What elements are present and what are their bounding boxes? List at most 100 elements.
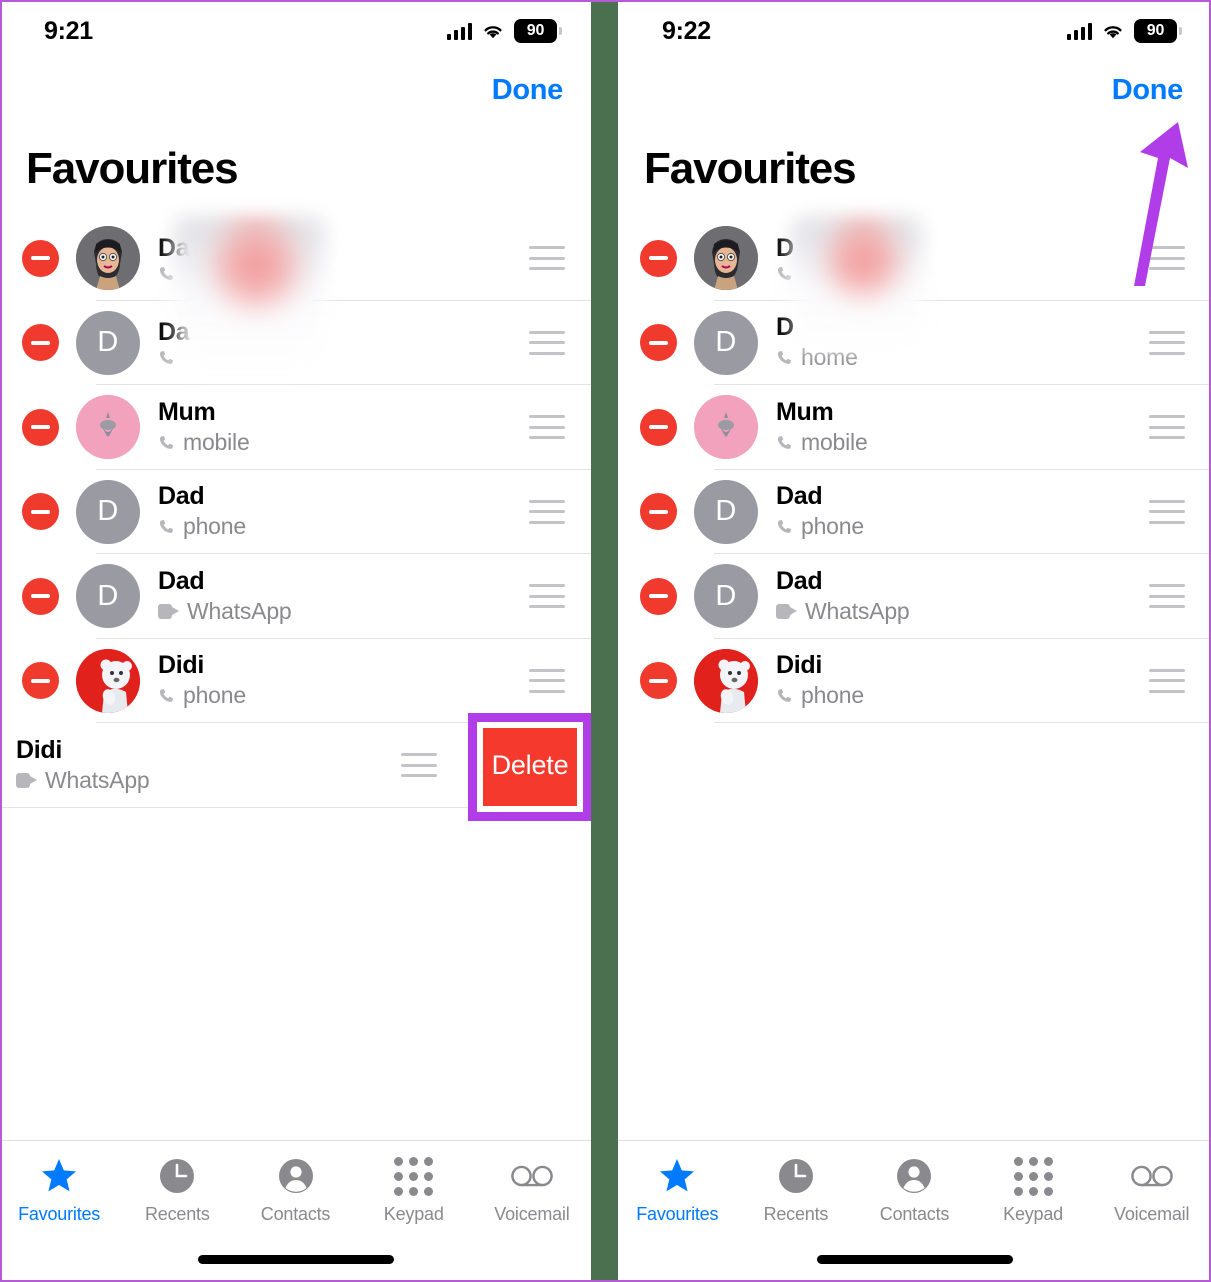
row-separator <box>714 722 1211 723</box>
reorder-handle-icon[interactable] <box>1149 246 1185 271</box>
table-row[interactable]: D Dad WhatsApp <box>0 554 591 639</box>
clock-icon <box>156 1157 198 1195</box>
remove-minus-icon[interactable] <box>640 493 677 531</box>
remove-minus-icon[interactable] <box>640 662 677 700</box>
reorder-handle-icon[interactable] <box>529 584 565 609</box>
remove-minus-icon[interactable] <box>640 239 677 277</box>
tab-keypad[interactable]: Keypad <box>355 1156 473 1225</box>
avatar: D <box>76 479 140 544</box>
row-meta: Da <box>158 234 190 282</box>
contact-sub: mobile <box>776 429 868 456</box>
contact-sub-label: mobile <box>801 428 868 455</box>
avatar-initial: D <box>715 326 737 359</box>
table-row[interactable]: D D home <box>618 300 1211 385</box>
row-meta: Didi WhatsApp <box>16 736 150 794</box>
reorder-handle-icon[interactable] <box>1149 499 1185 524</box>
home-indicator <box>816 1255 1013 1264</box>
nav-bar: Done <box>618 62 1211 118</box>
remove-minus-icon[interactable] <box>640 324 677 362</box>
tab-favourites[interactable]: Favourites <box>0 1157 118 1225</box>
remove-minus-icon[interactable] <box>640 408 677 446</box>
contact-sub-label: phone <box>801 513 864 540</box>
phone-screenshot-left: 9:21 90 Done Favourites Da D Da Mum mobi… <box>0 0 591 1282</box>
tab-label: Recents <box>763 1204 829 1224</box>
reorder-handle-icon[interactable] <box>529 415 565 440</box>
contact-name: Dad <box>776 482 823 511</box>
reorder-handle-icon[interactable] <box>1149 415 1185 440</box>
delete-button[interactable]: Delete <box>469 723 591 808</box>
contact-name: Didi <box>776 651 823 680</box>
table-row[interactable]: Didi phone <box>618 638 1211 723</box>
reorder-handle-icon[interactable] <box>1149 668 1185 693</box>
contact-sub: WhatsApp <box>16 767 150 794</box>
done-button[interactable]: Done <box>1112 74 1184 107</box>
remove-minus-icon[interactable] <box>22 324 59 362</box>
tab-recents[interactable]: Recents <box>737 1157 856 1225</box>
table-row[interactable]: D <box>618 216 1211 301</box>
reorder-handle-icon[interactable] <box>401 753 437 778</box>
page-title: Favourites <box>644 144 857 193</box>
reorder-handle-icon[interactable] <box>1149 330 1185 355</box>
delete-action-container: Delete <box>469 723 591 808</box>
table-row[interactable]: D Dad phone <box>618 469 1211 554</box>
avatar <box>694 648 758 713</box>
contact-sub: WhatsApp <box>776 598 910 625</box>
tab-voicemail[interactable]: Voicemail <box>473 1157 591 1225</box>
contact-sub-label: phone <box>183 513 246 540</box>
table-row[interactable]: D Dad phone <box>0 469 591 554</box>
person-icon <box>893 1157 935 1195</box>
table-row[interactable]: Didi phone <box>0 638 591 723</box>
row-meta: Dad phone <box>158 483 246 540</box>
row-meta: D home <box>776 314 858 371</box>
status-bar: 9:21 90 <box>0 0 591 62</box>
remove-minus-icon[interactable] <box>22 662 59 700</box>
contact-sub <box>776 265 801 282</box>
avatar-initial: D <box>97 495 119 528</box>
nav-bar: Done <box>0 62 591 118</box>
table-row[interactable]: Da <box>0 216 591 301</box>
contact-name: Dad <box>158 566 205 595</box>
video-icon <box>158 603 179 619</box>
tab-voicemail[interactable]: Voicemail <box>1092 1157 1211 1225</box>
table-row[interactable]: Mum mobile <box>0 385 591 470</box>
status-icons: 90 <box>1066 19 1182 43</box>
tab-contacts[interactable]: Contacts <box>855 1157 974 1225</box>
tab-recents[interactable]: Recents <box>118 1157 236 1225</box>
phone-icon <box>159 689 173 703</box>
reorder-handle-icon[interactable] <box>529 499 565 524</box>
page-title: Favourites <box>26 144 239 193</box>
keypad-icon <box>1012 1156 1054 1196</box>
row-meta: Dad phone <box>776 483 864 540</box>
reorder-handle-icon[interactable] <box>529 246 565 271</box>
contact-sub: home <box>776 344 858 371</box>
table-row[interactable]: D Da <box>0 300 591 385</box>
tab-label: Recents <box>144 1204 210 1224</box>
contact-name: Didi <box>158 651 205 680</box>
row-meta: Dad WhatsApp <box>776 567 910 625</box>
wifi-icon <box>1104 26 1122 39</box>
done-button[interactable]: Done <box>492 74 564 107</box>
home-indicator <box>197 1255 394 1264</box>
contact-sub: phone <box>158 513 246 540</box>
avatar-initial: D <box>715 495 737 528</box>
tab-favourites[interactable]: Favourites <box>618 1157 737 1225</box>
remove-minus-icon[interactable] <box>22 577 59 615</box>
tab-keypad[interactable]: Keypad <box>974 1156 1093 1225</box>
avatar: D <box>694 479 758 544</box>
remove-minus-icon[interactable] <box>22 239 59 277</box>
row-meta: Didi phone <box>158 652 246 709</box>
remove-minus-icon[interactable] <box>22 408 59 446</box>
table-row[interactable]: Mum mobile <box>618 385 1211 470</box>
tab-contacts[interactable]: Contacts <box>236 1157 354 1225</box>
avatar <box>694 226 758 291</box>
remove-minus-icon[interactable] <box>640 577 677 615</box>
reorder-handle-icon[interactable] <box>529 330 565 355</box>
reorder-handle-icon[interactable] <box>1149 584 1185 609</box>
table-row-swiped[interactable]: Didi WhatsApp Delete <box>0 723 591 808</box>
remove-minus-icon[interactable] <box>22 493 59 531</box>
video-icon <box>16 772 37 788</box>
table-row[interactable]: D Dad WhatsApp <box>618 554 1211 639</box>
tab-label: Keypad <box>1003 1204 1063 1224</box>
avatar-initial: D <box>715 579 737 612</box>
reorder-handle-icon[interactable] <box>529 668 565 693</box>
